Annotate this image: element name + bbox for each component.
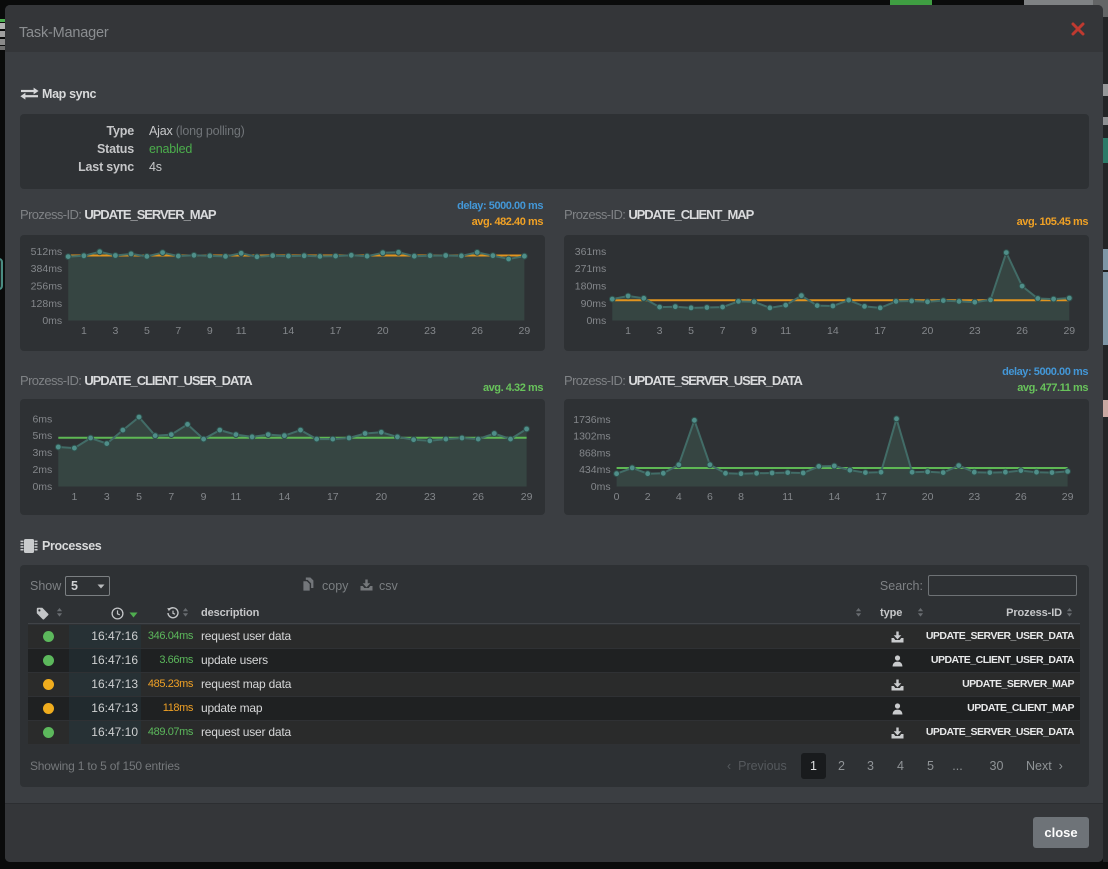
svg-text:17: 17 xyxy=(330,325,342,337)
svg-text:9: 9 xyxy=(207,325,213,337)
svg-text:90ms: 90ms xyxy=(581,298,607,310)
svg-text:11: 11 xyxy=(780,325,791,337)
svg-text:17: 17 xyxy=(875,491,887,503)
svg-text:512ms: 512ms xyxy=(31,246,63,258)
svg-text:868ms: 868ms xyxy=(579,447,611,459)
svg-text:7: 7 xyxy=(720,325,726,337)
svg-text:5ms: 5ms xyxy=(32,430,52,442)
svg-text:434ms: 434ms xyxy=(579,464,611,476)
svg-text:6ms: 6ms xyxy=(32,413,52,425)
svg-text:17: 17 xyxy=(874,325,886,337)
svg-text:0ms: 0ms xyxy=(591,481,611,493)
svg-text:9: 9 xyxy=(751,325,757,337)
svg-text:20: 20 xyxy=(922,325,934,337)
svg-text:29: 29 xyxy=(1063,325,1075,337)
svg-text:5: 5 xyxy=(144,325,150,337)
svg-text:29: 29 xyxy=(1062,491,1074,503)
svg-text:3: 3 xyxy=(657,325,663,337)
svg-text:14: 14 xyxy=(279,491,291,503)
svg-text:20: 20 xyxy=(922,491,934,503)
svg-text:14: 14 xyxy=(827,325,839,337)
svg-text:2: 2 xyxy=(645,491,651,503)
svg-text:0ms: 0ms xyxy=(586,315,606,327)
svg-text:1302ms: 1302ms xyxy=(573,431,610,443)
svg-text:20: 20 xyxy=(377,325,389,337)
svg-text:17: 17 xyxy=(327,491,339,503)
svg-text:20: 20 xyxy=(375,491,387,503)
svg-text:1: 1 xyxy=(625,325,631,337)
svg-text:1: 1 xyxy=(71,491,77,503)
svg-text:0ms: 0ms xyxy=(32,481,52,493)
svg-text:361ms: 361ms xyxy=(575,246,607,258)
svg-text:256ms: 256ms xyxy=(31,281,63,293)
svg-text:14: 14 xyxy=(828,491,840,503)
svg-text:23: 23 xyxy=(424,325,436,337)
svg-text:23: 23 xyxy=(424,491,436,503)
svg-text:9: 9 xyxy=(201,491,207,503)
svg-text:3: 3 xyxy=(104,491,110,503)
svg-text:128ms: 128ms xyxy=(31,298,63,310)
svg-text:26: 26 xyxy=(471,325,483,337)
svg-text:0: 0 xyxy=(614,491,620,503)
svg-text:7: 7 xyxy=(168,491,174,503)
svg-text:1: 1 xyxy=(81,325,87,337)
svg-text:26: 26 xyxy=(1016,325,1028,337)
svg-text:4: 4 xyxy=(676,491,682,503)
svg-text:6: 6 xyxy=(707,491,713,503)
svg-text:26: 26 xyxy=(1015,491,1027,503)
svg-text:3: 3 xyxy=(112,325,118,337)
svg-text:180ms: 180ms xyxy=(575,281,607,293)
svg-text:11: 11 xyxy=(782,491,793,503)
svg-text:23: 23 xyxy=(968,491,980,503)
svg-text:26: 26 xyxy=(472,491,484,503)
svg-text:2ms: 2ms xyxy=(32,464,52,476)
svg-text:11: 11 xyxy=(236,325,247,337)
svg-text:5: 5 xyxy=(136,491,142,503)
svg-text:1736ms: 1736ms xyxy=(573,414,610,426)
svg-text:7: 7 xyxy=(175,325,181,337)
svg-text:29: 29 xyxy=(519,325,531,337)
svg-text:3ms: 3ms xyxy=(32,447,52,459)
svg-text:8: 8 xyxy=(738,491,744,503)
svg-text:0ms: 0ms xyxy=(42,315,62,327)
svg-text:23: 23 xyxy=(969,325,981,337)
svg-text:384ms: 384ms xyxy=(31,263,63,275)
svg-text:11: 11 xyxy=(230,491,241,503)
svg-text:14: 14 xyxy=(283,325,295,337)
svg-text:271ms: 271ms xyxy=(575,263,607,275)
svg-text:29: 29 xyxy=(521,491,533,503)
svg-text:5: 5 xyxy=(688,325,694,337)
